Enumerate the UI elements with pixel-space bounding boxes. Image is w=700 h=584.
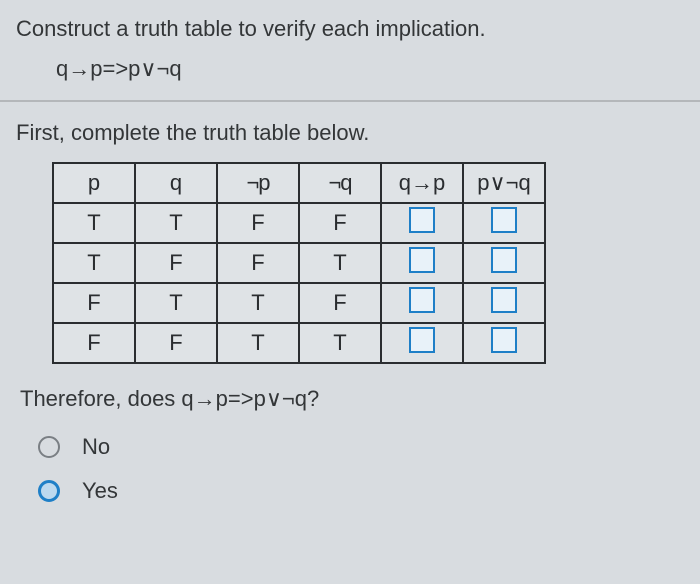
table-row: F T T F <box>53 283 545 323</box>
option-yes[interactable]: Yes <box>38 478 684 504</box>
col-p-or-nq: p∨¬q <box>463 163 545 203</box>
cell-q: T <box>135 283 217 323</box>
option-no[interactable]: No <box>38 434 684 460</box>
input-p-or-nq-3[interactable] <box>491 287 517 313</box>
option-yes-label: Yes <box>82 478 118 504</box>
option-no-label: No <box>82 434 110 460</box>
input-q-imp-p-3[interactable] <box>409 287 435 313</box>
divider <box>0 100 700 102</box>
input-q-imp-p-4[interactable] <box>409 327 435 353</box>
subprompt-text: First, complete the truth table below. <box>16 120 684 146</box>
col-q: q <box>135 163 217 203</box>
input-q-imp-p-1[interactable] <box>409 207 435 233</box>
prompt-text: Construct a truth table to verify each i… <box>16 16 684 42</box>
input-p-or-nq-1[interactable] <box>491 207 517 233</box>
cell-not-q: F <box>299 203 381 243</box>
col-not-q: ¬q <box>299 163 381 203</box>
radio-icon <box>38 480 60 502</box>
table-header-row: p q ¬p ¬q q→p p∨¬q <box>53 163 545 203</box>
cell-p: T <box>53 243 135 283</box>
cell-not-p: F <box>217 243 299 283</box>
cell-p: F <box>53 323 135 363</box>
input-p-or-nq-4[interactable] <box>491 327 517 353</box>
radio-icon <box>38 436 60 458</box>
cell-q: F <box>135 243 217 283</box>
cell-not-p: T <box>217 323 299 363</box>
input-q-imp-p-2[interactable] <box>409 247 435 273</box>
cell-not-p: T <box>217 283 299 323</box>
table-row: T F F T <box>53 243 545 283</box>
cell-p: F <box>53 283 135 323</box>
truth-table: p q ¬p ¬q q→p p∨¬q T T F F T F F T F T T <box>52 162 546 364</box>
options-group: No Yes <box>38 434 684 504</box>
cell-not-q: F <box>299 283 381 323</box>
cell-not-q: T <box>299 323 381 363</box>
cell-not-q: T <box>299 243 381 283</box>
cell-q: F <box>135 323 217 363</box>
cell-q: T <box>135 203 217 243</box>
table-row: T T F F <box>53 203 545 243</box>
input-p-or-nq-2[interactable] <box>491 247 517 273</box>
therefore-text: Therefore, does q→p=>p∨¬q? <box>20 386 684 412</box>
col-not-p: ¬p <box>217 163 299 203</box>
cell-not-p: F <box>217 203 299 243</box>
col-p: p <box>53 163 135 203</box>
cell-p: T <box>53 203 135 243</box>
expression-text: q→p=>p∨¬q <box>56 56 684 82</box>
col-q-imp-p: q→p <box>381 163 463 203</box>
table-row: F F T T <box>53 323 545 363</box>
